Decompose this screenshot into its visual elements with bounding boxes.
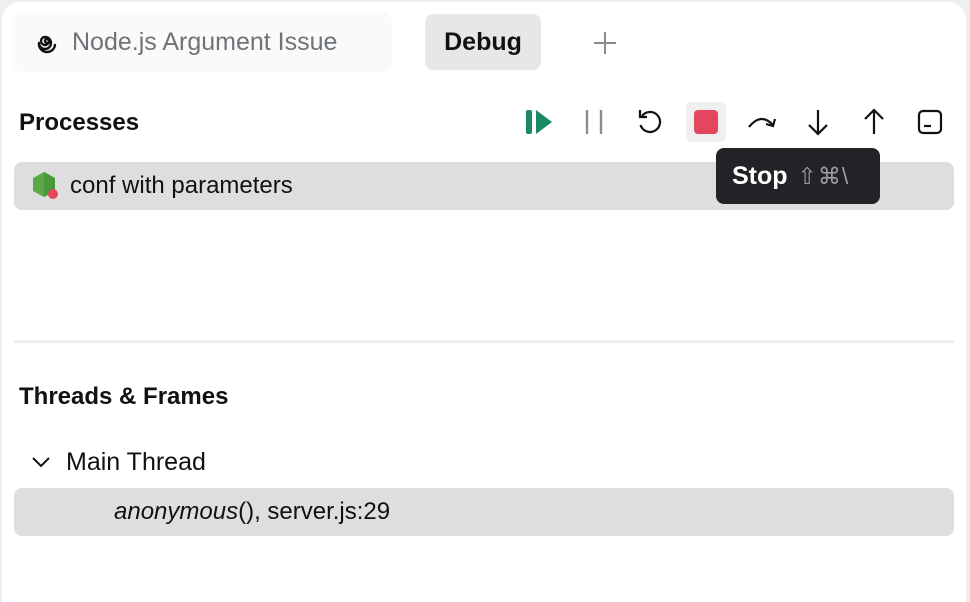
add-tab-button[interactable] <box>590 28 620 58</box>
step-into-icon <box>808 110 828 136</box>
step-into-button[interactable] <box>798 102 838 142</box>
step-out-icon <box>864 108 884 134</box>
tab-project-label: Node.js Argument Issue <box>72 27 338 56</box>
console-button[interactable] <box>910 102 950 142</box>
threads-title: Threads & Frames <box>19 383 229 410</box>
main-thread-label: Main Thread <box>66 447 206 476</box>
tab-project[interactable]: Node.js Argument Issue <box>12 12 392 72</box>
frame-text: anonymous(), server.js:29 <box>114 498 390 526</box>
frame-item[interactable]: anonymous(), server.js:29 <box>14 488 954 536</box>
tooltip-shortcut: ⇧⌘\ <box>797 162 850 189</box>
tab-bar: Node.js Argument Issue Debug <box>2 2 966 82</box>
stop-button[interactable] <box>686 102 726 142</box>
tooltip-label: Stop <box>732 161 788 190</box>
debug-panel: Node.js Argument Issue Debug Processes c… <box>2 2 966 602</box>
resume-button[interactable] <box>519 102 559 142</box>
chevron-down-icon[interactable] <box>30 455 52 469</box>
frame-function: anonymous <box>114 498 239 525</box>
nodejs-icon <box>32 171 58 201</box>
process-label: conf with parameters <box>70 172 293 199</box>
debug-toolbar <box>2 102 966 144</box>
plus-icon <box>594 32 616 54</box>
restart-button[interactable] <box>630 102 670 142</box>
status-dot <box>48 189 58 199</box>
pause-icon <box>585 110 603 134</box>
tab-debug[interactable]: Debug <box>425 14 541 70</box>
step-over-button[interactable] <box>742 102 782 142</box>
restart-icon <box>638 110 662 134</box>
step-out-button[interactable] <box>854 102 894 142</box>
swirl-icon <box>34 29 60 55</box>
console-icon <box>917 109 943 135</box>
resume-icon <box>526 110 552 134</box>
frame-location: (), server.js:29 <box>238 498 391 525</box>
stop-icon <box>694 110 718 134</box>
pause-button[interactable] <box>574 102 614 142</box>
section-divider[interactable] <box>14 340 954 343</box>
step-over-icon <box>748 117 777 128</box>
main-thread-item[interactable]: Main Thread <box>30 442 206 482</box>
stop-tooltip: Stop ⇧⌘\ <box>716 148 880 204</box>
